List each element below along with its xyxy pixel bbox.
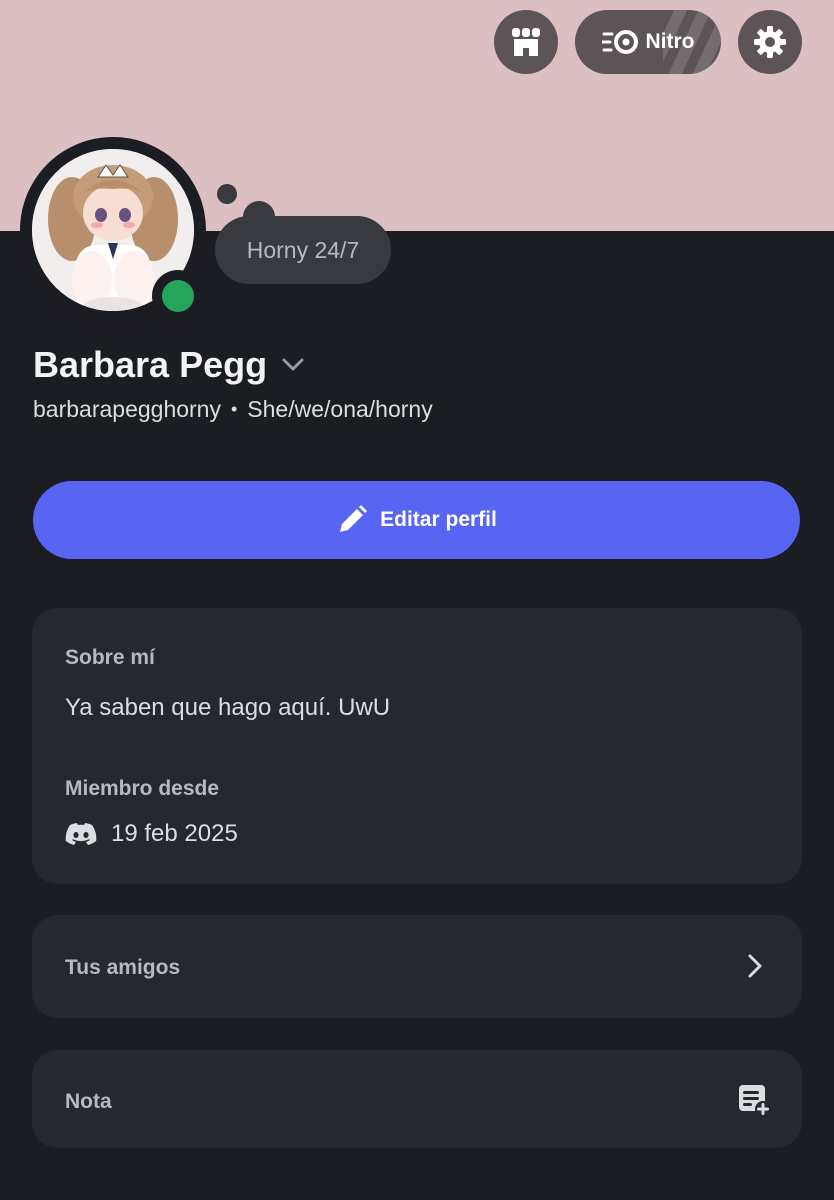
discord-icon [65,823,97,845]
about-title: Sobre mí [65,646,155,669]
nitro-icon [601,30,638,54]
edit-profile-button[interactable]: Editar perfil [33,481,800,559]
note-add-icon[interactable] [737,1083,771,1117]
display-name-row[interactable]: Barbara Pegg [33,344,305,386]
pronouns: She/we/ona/horny [247,396,433,422]
note-card[interactable]: Nota [32,1050,802,1148]
username: barbarapegghorny [33,396,221,422]
edit-profile-label: Editar perfil [380,508,497,531]
gear-icon [754,26,786,58]
nitro-button[interactable]: Nitro [575,10,721,74]
member-since-title: Miembro desde [65,777,220,800]
member-since-date: 19 feb 2025 [111,820,238,847]
about-text: Ya saben que hago aquí. UwU [65,694,391,721]
display-name: Barbara Pegg [33,344,268,385]
chevron-right-icon [748,954,762,978]
note-title: Nota [65,1090,112,1113]
separator: • [230,399,238,419]
username-line: barbarapegghorny • She/we/ona/horny [33,396,433,423]
custom-status-bubble[interactable]: Horny 24/7 [215,216,391,284]
chevron-down-icon[interactable] [281,357,305,373]
friends-card[interactable]: Tus amigos [32,915,802,1018]
pencil-icon [340,505,368,532]
about-card: Sobre mí Ya saben que hago aquí. UwU Mie… [32,608,802,884]
member-since-row: 19 feb 2025 [65,820,238,848]
settings-button[interactable] [738,10,802,74]
nitro-label: Nitro [645,30,695,53]
shop-icon [512,28,540,56]
online-status-dot [162,280,194,312]
thought-bubble-dot [217,184,237,204]
custom-status-text: Horny 24/7 [246,236,360,263]
friends-title: Tus amigos [65,956,181,979]
shop-button[interactable] [494,10,558,74]
